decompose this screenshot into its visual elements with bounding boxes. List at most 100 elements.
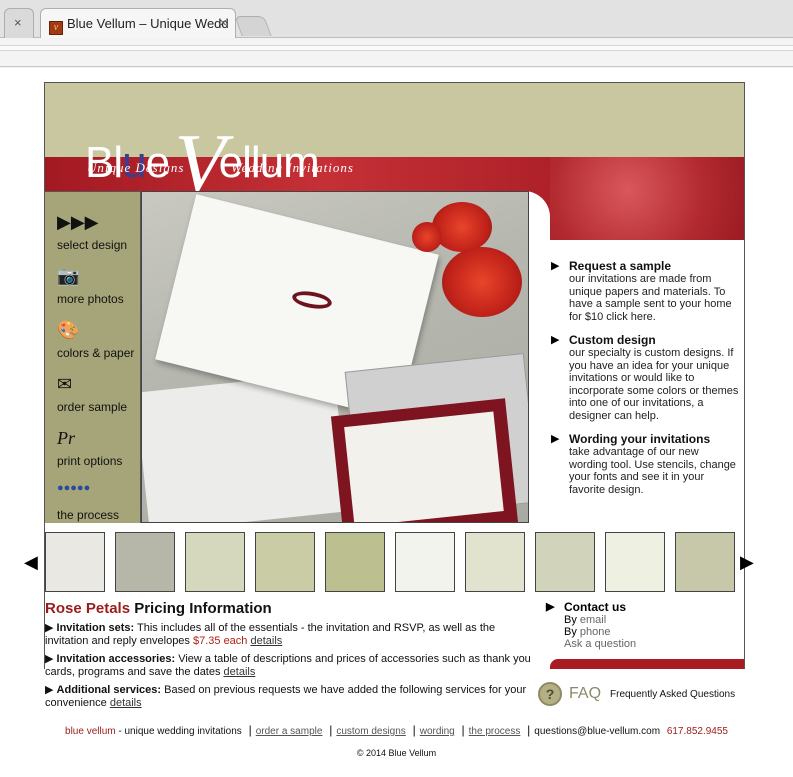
phone-link[interactable]: phone bbox=[580, 626, 611, 638]
thumbnail[interactable] bbox=[395, 532, 455, 592]
nav-label: the process bbox=[57, 508, 120, 522]
nav-select-design[interactable]: ▶▶▶ select design bbox=[57, 212, 141, 252]
camera-icon: 📷 bbox=[57, 266, 80, 286]
info-wording[interactable]: ▶ Wording your invitations take advantag… bbox=[551, 432, 739, 496]
arrow-icon: ▶ bbox=[551, 260, 560, 272]
pricing-price: $7.35 each bbox=[192, 635, 248, 647]
question-icon: ? bbox=[538, 682, 562, 706]
separator: | bbox=[527, 723, 531, 737]
photo-flower bbox=[412, 222, 442, 252]
photo-card-red bbox=[330, 398, 519, 522]
tab-active[interactable]: v Blue Vellum – Unique Wedd × bbox=[40, 8, 236, 38]
thumbnail-rose-petals[interactable] bbox=[45, 532, 105, 592]
separator: | bbox=[329, 723, 333, 737]
footer-email: questions@blue-vellum.com bbox=[534, 726, 661, 737]
by-label: By bbox=[564, 626, 580, 638]
photo-flower bbox=[442, 247, 522, 317]
nav-label: colors & paper bbox=[57, 346, 135, 360]
info-custom-design[interactable]: ▶ Custom design our specialty is custom … bbox=[551, 333, 739, 422]
nav-label: print options bbox=[57, 454, 123, 468]
pricing-title-design: Rose Petals bbox=[45, 600, 131, 617]
nav-more-photos[interactable]: 📷 more photos bbox=[57, 266, 141, 306]
arrows-icon: ▶▶▶ bbox=[57, 212, 99, 232]
tagline-left: Unique Designs bbox=[87, 160, 185, 175]
print-icon: Pr bbox=[57, 428, 75, 448]
palette-icon: 🎨 bbox=[57, 320, 80, 340]
faq-description: Frequently Asked Questions bbox=[610, 689, 736, 700]
separator: | bbox=[248, 723, 252, 737]
details-link[interactable]: details bbox=[224, 666, 256, 678]
hero-photo bbox=[141, 191, 529, 523]
contact-ask-line: Ask a question bbox=[546, 638, 736, 650]
details-link[interactable]: details bbox=[250, 635, 282, 647]
nav-label: select design bbox=[57, 238, 128, 252]
contact-section: ▶ Contact us By email By phone Ask a ques… bbox=[546, 600, 736, 650]
close-tab-icon[interactable]: × bbox=[219, 15, 227, 30]
bullet-icon: ▶ bbox=[45, 622, 54, 634]
separator: | bbox=[412, 723, 416, 737]
thumbnail[interactable] bbox=[605, 532, 665, 592]
thumbnail[interactable] bbox=[465, 532, 525, 592]
pricing-title: Rose Petals Pricing Information bbox=[45, 600, 535, 617]
thumbnail[interactable] bbox=[535, 532, 595, 592]
nav-the-process[interactable]: ●●●●● the process bbox=[57, 482, 141, 522]
contact-title-text: Contact us bbox=[564, 600, 627, 614]
pricing-head: Additional services: bbox=[56, 684, 162, 696]
photo-flower bbox=[432, 202, 492, 252]
thumbnail[interactable] bbox=[325, 532, 385, 592]
faq-label: FAQ bbox=[569, 685, 602, 702]
email-link[interactable]: email bbox=[580, 614, 606, 626]
scroll-right-icon[interactable]: ▶ bbox=[740, 552, 754, 573]
bullet-icon: ▶ bbox=[45, 684, 54, 696]
favicon-icon: v bbox=[49, 21, 63, 35]
tab-title: Blue Vellum – Unique Wedd bbox=[67, 16, 229, 31]
thumbnail[interactable] bbox=[185, 532, 245, 592]
footer-link-order-sample[interactable]: order a sample bbox=[256, 726, 323, 737]
close-tab-icon[interactable]: × bbox=[14, 15, 25, 30]
info-panel-footer bbox=[550, 659, 744, 669]
arrow-icon: ▶ bbox=[551, 433, 560, 445]
tab-inactive[interactable]: × bbox=[4, 8, 34, 38]
tagline-right: Wedding Invitations bbox=[231, 160, 354, 175]
nav-print-options[interactable]: Pr print options bbox=[57, 428, 141, 468]
thumbnail[interactable] bbox=[255, 532, 315, 592]
pricing-title-rest: Pricing Information bbox=[130, 600, 272, 617]
rose-photo bbox=[550, 157, 744, 240]
details-link[interactable]: details bbox=[110, 697, 142, 709]
toolbar-strip bbox=[0, 45, 793, 51]
nav-colors-paper[interactable]: 🎨 colors & paper bbox=[57, 320, 141, 360]
info-title: Wording your invitations bbox=[569, 432, 711, 446]
arrow-icon: ▶ bbox=[551, 334, 560, 346]
faq-link[interactable]: ? FAQ Frequently Asked Questions bbox=[538, 682, 748, 708]
footer-link-wording[interactable]: wording bbox=[420, 726, 455, 737]
site-footer: blue vellum - unique wedding invitations… bbox=[0, 723, 793, 737]
ask-question-link[interactable]: Ask a question bbox=[564, 638, 636, 650]
info-text: take advantage of our new wording tool. … bbox=[569, 446, 736, 496]
tab-bar: × v Blue Vellum – Unique Wedd × bbox=[0, 0, 793, 38]
contact-title: ▶ Contact us bbox=[546, 600, 736, 614]
pricing-head: Invitation sets: bbox=[56, 622, 135, 634]
contact-email-line: By email bbox=[546, 614, 736, 626]
thumbnail[interactable] bbox=[675, 532, 735, 592]
info-list: ▶ Request a sample our invitations are m… bbox=[551, 259, 739, 506]
separator: | bbox=[461, 723, 465, 737]
copyright: © 2014 Blue Vellum bbox=[356, 748, 437, 758]
toolbar bbox=[0, 39, 793, 67]
thumbnail[interactable] bbox=[115, 532, 175, 592]
pricing-row: ▶ Invitation sets: This includes all of … bbox=[45, 622, 535, 648]
site-logo[interactable]: Blue Vellum bbox=[85, 101, 320, 210]
footer-link-custom-designs[interactable]: custom designs bbox=[336, 726, 405, 737]
footer-link-the-process[interactable]: the process bbox=[469, 726, 521, 737]
scroll-left-icon[interactable]: ◀ bbox=[24, 552, 38, 573]
info-title: Custom design bbox=[569, 333, 656, 347]
footer-phone: 617.852.9455 bbox=[666, 726, 728, 737]
browser-chrome: × v Blue Vellum – Unique Wedd × bbox=[0, 0, 793, 68]
pricing-row: ▶ Additional services: Based on previous… bbox=[45, 684, 535, 710]
info-request-sample[interactable]: ▶ Request a sample our invitations are m… bbox=[551, 259, 739, 323]
pricing-row: ▶ Invitation accessories: View a table o… bbox=[45, 653, 535, 679]
arrow-icon: ▶ bbox=[546, 601, 555, 613]
process-icon: ●●●●● bbox=[57, 482, 91, 494]
nav-order-sample[interactable]: ✉ order sample bbox=[57, 374, 141, 414]
pricing-head: Invitation accessories: bbox=[56, 653, 176, 665]
new-tab-button[interactable] bbox=[234, 16, 272, 36]
